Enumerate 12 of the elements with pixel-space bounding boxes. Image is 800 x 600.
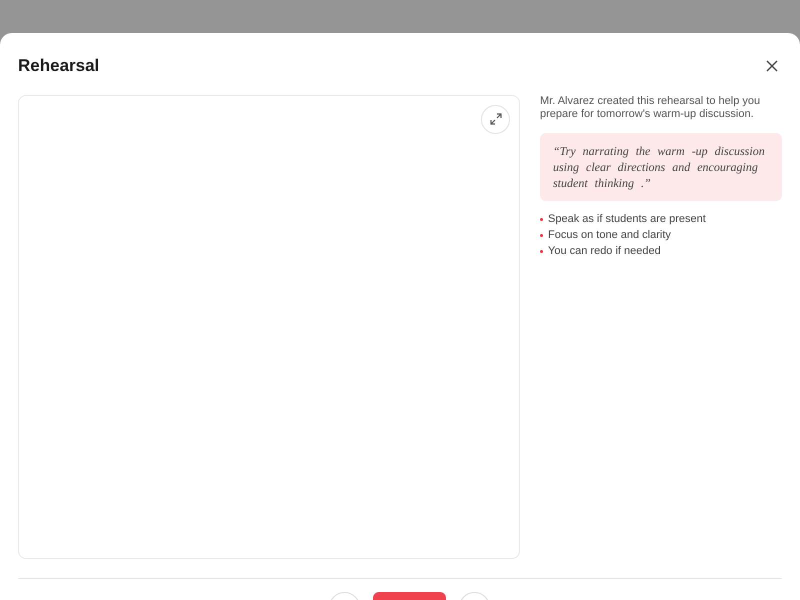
tip-text: You can redo if needed — [548, 244, 661, 258]
quote-text: “Try narrating the warm -up discussion using clear directions and encouraging student thinking .” — [553, 142, 766, 190]
close-icon — [766, 60, 778, 72]
tip-text: Focus on tone and clarity — [548, 228, 671, 242]
dialog-title: Rehearsal — [18, 55, 100, 77]
tip-text: Speak as if students are present — [548, 212, 706, 226]
bullet-icon — [540, 218, 543, 220]
intro-text: Mr. Alvarez created this rehearsal to help you prepare for tomorrow's warm-up discussion. — [540, 94, 762, 120]
expand-button[interactable] — [481, 104, 510, 134]
expand-icon — [490, 113, 502, 125]
bullet-icon — [540, 234, 543, 236]
bullet-icon — [540, 250, 543, 252]
